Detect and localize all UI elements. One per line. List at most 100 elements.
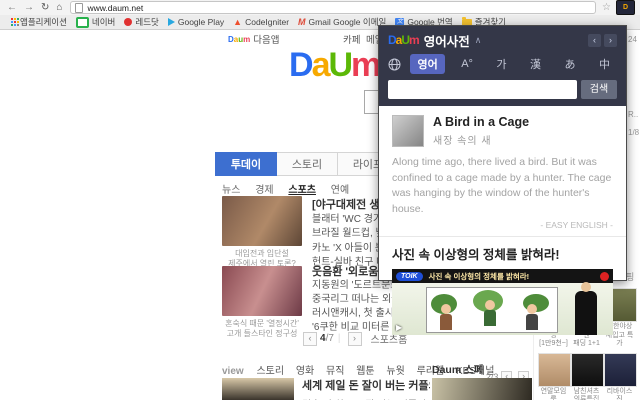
tab-hanja-dict[interactable]: 漢 — [523, 54, 548, 74]
page-fragment: 1/8 — [628, 128, 640, 137]
total-pages: /7 — [325, 333, 334, 344]
view-news: 세계 제일 돈 잘이 버는 커플의 일상VIEW 결혼 안 하고도 잘 사는 커… — [302, 377, 430, 400]
news-thumbnail[interactable] — [222, 196, 302, 246]
promo-section: 사진 속 이상형의 정체를 밝혀라! TOIK 사진 속 이상형의 정체를 밝혀… — [379, 237, 626, 342]
view-news-thumbnail[interactable] — [222, 378, 294, 400]
dictionary-search-button[interactable]: 검색 — [581, 80, 617, 99]
bookmark-gmail[interactable]: M Gmail Google 이메일 — [298, 16, 386, 28]
view-news-line2[interactable]: 결혼 안 하고도 잘 사는 커플의 예능.. — [302, 396, 430, 400]
tab-chinese-dict[interactable]: 中 — [592, 54, 617, 74]
tab-japanese-dict[interactable]: あ — [557, 54, 582, 74]
product-image — [538, 352, 571, 387]
cafe-link[interactable]: 카페 — [343, 32, 360, 46]
expression-title[interactable]: A Bird in a Cage — [433, 115, 529, 129]
expression-source: - EASY ENGLISH - — [540, 220, 613, 230]
dictionary-tabs: 영어 A° 가 漢 あ 中 — [388, 54, 617, 74]
daum-app-label: 다음앱 — [253, 35, 280, 46]
popup-prev-button[interactable]: ‹ — [588, 33, 601, 47]
daily-expression-card: A Bird in a Cage 새장 속의 새 Along time ago,… — [379, 106, 626, 236]
expression-thumbnail — [392, 115, 424, 147]
view-item[interactable]: 웹툰 — [356, 366, 374, 377]
dictionary-search-input[interactable] — [388, 80, 577, 99]
banner-presenter-figure — [575, 282, 597, 335]
bookmark-label: CodeIgniter — [245, 17, 290, 27]
logo-letter: a — [311, 46, 331, 84]
expression-body: Along time ago, there lived a bird. But … — [392, 156, 612, 215]
daum-app-link[interactable]: Daum 다음앱 — [228, 32, 280, 47]
special-image[interactable] — [432, 378, 532, 400]
bookmark-naver[interactable]: 네이버 — [75, 16, 116, 28]
tab-english-english-dict[interactable]: A° — [454, 56, 480, 72]
browser-window: ← → ↻ ⌂ www.daum.net ☆ D 앱플리케이션 네이버 레드닷 … — [0, 0, 640, 400]
daum-dictionary-popup: DaUm 영어사전 ∧ ‹ › 영어 A° 가 漢 あ 中 검색 A Bird … — [378, 25, 627, 335]
globe-icon[interactable] — [388, 58, 401, 71]
play-icon[interactable]: ▶ — [396, 323, 402, 332]
red-dot-icon — [124, 18, 133, 26]
promo-title[interactable]: 사진 속 이상형의 정체를 밝혀라! — [392, 244, 613, 263]
tab-today[interactable]: 투데이 — [215, 152, 277, 176]
subnav-news[interactable]: 뉴스 — [222, 185, 240, 196]
banner-frame — [426, 287, 558, 333]
bookmark-apps[interactable]: 앱플리케이션 — [9, 16, 67, 28]
subnav-economy[interactable]: 경제 — [255, 185, 273, 196]
product-item[interactable]: 리바이스진블랙 특가 — [604, 352, 637, 400]
popup-header: DaUm 영어사전 ∧ ‹ › 영어 A° 가 漢 あ 中 검색 — [379, 26, 626, 106]
page-fragment: 24 — [628, 35, 637, 44]
next-page-button[interactable]: › — [347, 331, 362, 346]
forward-icon[interactable]: → — [24, 0, 34, 15]
tab-story[interactable]: 스토리 — [277, 152, 338, 176]
bookmark-reddot[interactable]: 레드닷 — [124, 16, 159, 28]
tab-korean-dict[interactable]: 가 — [489, 54, 513, 74]
bookmark-google-play[interactable]: Google Play — [167, 17, 225, 27]
logo-letter: D — [289, 46, 314, 84]
product-item[interactable]: 연말모임룩주얼리템 — [538, 352, 571, 400]
naver-icon — [75, 16, 89, 28]
page-fragment: R.. — [628, 110, 639, 119]
view-item[interactable]: 스토리 — [256, 366, 284, 377]
play-icon — [167, 18, 175, 26]
daum-dictionary-extension-icon[interactable]: D — [616, 0, 635, 15]
popup-next-button[interactable]: › — [604, 33, 617, 47]
product-image — [571, 352, 604, 387]
view-label: view — [222, 366, 244, 377]
address-bar[interactable]: www.daum.net — [70, 1, 597, 14]
view-item[interactable]: 영화 — [296, 366, 314, 377]
collapse-icon[interactable]: ∧ — [475, 35, 482, 46]
divider: | — [337, 333, 341, 344]
reload-icon[interactable]: ↻ — [41, 0, 49, 15]
daum-logo[interactable]: DaUm — [289, 46, 381, 84]
gmail-icon: M — [298, 16, 306, 27]
expression-subtitle: 새장 속의 새 — [433, 136, 492, 147]
view-item[interactable]: 뮤직 — [326, 366, 344, 377]
toik-logo: TOIK — [396, 271, 423, 281]
home-icon[interactable]: ⌂ — [56, 0, 62, 15]
bookmark-label: Google Play — [177, 17, 225, 27]
banner-red-button[interactable] — [600, 271, 609, 281]
banner-text: 사진 속 이상형의 정체를 밝혀라! — [428, 271, 530, 281]
subnav-sports[interactable]: 스포츠 — [288, 185, 316, 196]
prev-page-button[interactable]: ‹ — [303, 331, 317, 346]
bookmark-label: 앱플리케이션 — [20, 17, 67, 27]
bookmark-codeigniter[interactable]: ▲ CodeIgniter — [233, 17, 289, 27]
bookmark-label: 네이버 — [91, 17, 116, 27]
logo-letter: U — [328, 46, 353, 84]
product-item[interactable]: 남친셔츠 의류특집 — [571, 352, 604, 400]
popup-daum-logo: DaUm — [388, 33, 420, 47]
subnav-entertainment[interactable]: 연예 — [331, 185, 349, 196]
view-item[interactable]: 뉴웟 — [386, 366, 404, 377]
banner-illustration: ▶ — [392, 282, 613, 335]
banner-header: TOIK 사진 속 이상형의 정체를 밝혀라! — [392, 269, 613, 283]
bookmark-label: Gmail Google 이메일 — [308, 17, 387, 27]
bookmark-star-icon[interactable]: ☆ — [602, 2, 611, 13]
news-thumbnail-caption[interactable]: 혼숙식 때문 '열정시간' 고개 들스타인 정구성 — [218, 319, 306, 339]
logo-letter: m — [351, 46, 381, 84]
news-thumbnail[interactable] — [222, 266, 302, 316]
back-icon[interactable]: ← — [7, 0, 17, 15]
news-subnav: 뉴스 경제 스포츠 연예 — [222, 181, 361, 196]
tab-english-dict[interactable]: 영어 — [410, 54, 445, 74]
bookmark-label: 레드닷 — [135, 17, 159, 27]
view-news-headline[interactable]: 세계 제일 돈 잘이 버는 커플의 일상VIEW — [302, 377, 430, 393]
page-icon — [75, 2, 84, 13]
promo-banner[interactable]: TOIK 사진 속 이상형의 정체를 밝혀라! ▶ — [392, 269, 613, 335]
browser-toolbar: ← → ↻ ⌂ www.daum.net ☆ D — [0, 0, 640, 15]
